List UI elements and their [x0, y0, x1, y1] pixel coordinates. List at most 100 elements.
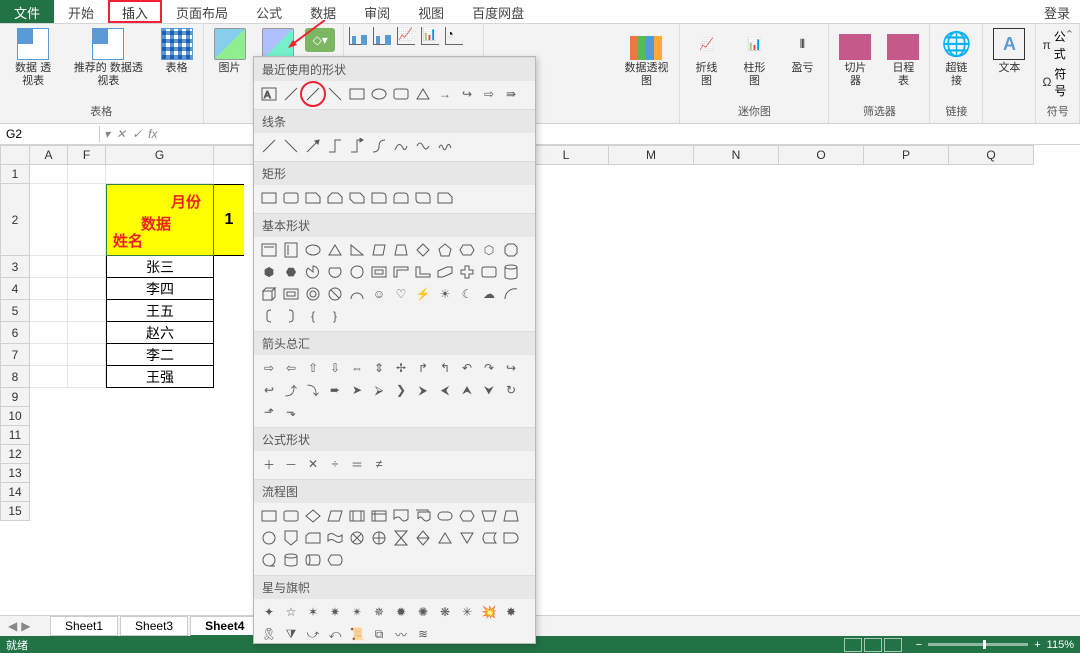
shape-plus[interactable]: ＋	[259, 454, 279, 474]
shape-lightning[interactable]: ⚡	[413, 284, 433, 304]
cell-name-6[interactable]: 王强	[106, 366, 214, 388]
col-O[interactable]: O	[779, 145, 864, 165]
shape-octagon[interactable]	[501, 240, 521, 260]
shape-brace-l[interactable]: {	[303, 306, 323, 326]
shape-arrow-wide[interactable]: ⇛	[501, 84, 521, 104]
shape-line-3[interactable]	[303, 136, 323, 156]
shape-ar-u[interactable]: ⇧	[303, 358, 323, 378]
shape-explosion1[interactable]: 💥	[479, 602, 499, 622]
shape-rect-snip-round[interactable]	[435, 188, 455, 208]
shape-halfframe[interactable]	[391, 262, 411, 282]
select-all-corner[interactable]	[0, 145, 30, 165]
chart-area[interactable]: 📊	[421, 27, 439, 45]
shape-lshape[interactable]	[413, 262, 433, 282]
shape-cloud[interactable]: ☁	[479, 284, 499, 304]
btn-symbol[interactable]: Ω符号	[1042, 65, 1073, 99]
shape-line-1[interactable]	[259, 136, 279, 156]
tab-file[interactable]: 文件	[0, 0, 54, 23]
btn-shapes-dropdown[interactable]: ◇▾	[305, 28, 335, 52]
shape-fc-or[interactable]	[369, 528, 389, 548]
shape-fc-decision[interactable]	[303, 506, 323, 526]
row-4[interactable]: 4	[0, 278, 30, 300]
row-12[interactable]: 12	[0, 445, 30, 464]
shape-bracket-l[interactable]	[259, 306, 279, 326]
shape-fc-process[interactable]	[259, 506, 279, 526]
shape-brace-r[interactable]: }	[325, 306, 345, 326]
shape-bracket-r[interactable]	[281, 306, 301, 326]
shape-can[interactable]	[501, 262, 521, 282]
shape-tri-recent[interactable]	[413, 84, 433, 104]
shape-triangle[interactable]	[325, 240, 345, 260]
shape-explosion2[interactable]: ✸	[501, 602, 521, 622]
col-M[interactable]: M	[609, 145, 694, 165]
shape-fc-merge[interactable]	[457, 528, 477, 548]
shape-fc-multidoc[interactable]	[413, 506, 433, 526]
shape-rect-snip1[interactable]	[303, 188, 323, 208]
shape-fc-manual[interactable]	[479, 506, 499, 526]
shape-star10[interactable]: ✵	[369, 602, 389, 622]
shape-ar-quad[interactable]: ✢	[391, 358, 411, 378]
shape-notequals[interactable]: ≠	[369, 454, 389, 474]
col-A[interactable]: A	[30, 145, 68, 165]
shape-star8[interactable]: ✴	[347, 602, 367, 622]
shape-fc-predefined[interactable]	[347, 506, 367, 526]
sheet-tab-4[interactable]: Sheet4	[190, 616, 259, 637]
shape-moon[interactable]: ☾	[457, 284, 477, 304]
shape-wave[interactable]: 〰	[391, 624, 411, 644]
shape-arrow-block[interactable]: ⇨	[479, 84, 499, 104]
shape-ar-uturn-r[interactable]: ↷	[479, 358, 499, 378]
tab-view[interactable]: 视图	[404, 0, 458, 23]
shape-ar-r[interactable]: ⇨	[259, 358, 279, 378]
btn-recommend-pivot[interactable]: 推荐的 数据透视表	[66, 26, 150, 90]
zoom-in[interactable]: +	[1034, 639, 1040, 651]
shape-rect[interactable]	[259, 188, 279, 208]
shape-ar-callout-r[interactable]: ⮞	[413, 380, 433, 400]
shape-fc-alt[interactable]	[281, 506, 301, 526]
shape-ar-curve-d[interactable]: ⤵	[303, 380, 323, 400]
sheet-tab-1[interactable]: Sheet1	[50, 616, 118, 636]
sheet-nav-prev[interactable]: ◀	[8, 619, 17, 633]
shape-fc-sort[interactable]	[413, 528, 433, 548]
shape-line-highlighted[interactable]	[303, 84, 323, 104]
shape-fc-display[interactable]	[325, 550, 345, 570]
row-9[interactable]: 9	[0, 388, 30, 407]
shape-scroll-v[interactable]: 📜	[347, 624, 367, 644]
shape-chord[interactable]	[325, 262, 345, 282]
shape-blockarrowarc[interactable]	[347, 284, 367, 304]
shape-heart[interactable]: ♡	[391, 284, 411, 304]
row-2[interactable]: 2	[0, 184, 30, 256]
shape-cross[interactable]	[457, 262, 477, 282]
shape-scribble[interactable]	[435, 136, 455, 156]
cell-name-5[interactable]: 李二	[106, 344, 214, 366]
shape-fc-magdisk[interactable]	[281, 550, 301, 570]
sheet-tab-3[interactable]: Sheet3	[120, 616, 188, 636]
shape-smiley[interactable]: ☺	[369, 284, 389, 304]
shape-ar-curve-r[interactable]: ↪	[501, 358, 521, 378]
col-F[interactable]: F	[68, 145, 106, 165]
cell-H2-partial[interactable]: 1	[214, 184, 244, 256]
btn-timeline[interactable]: 日程表	[881, 26, 925, 90]
tab-formula[interactable]: 公式	[242, 0, 296, 23]
shape-star7[interactable]: ✷	[325, 602, 345, 622]
shape-dodecagon[interactable]: ⬣	[281, 262, 301, 282]
shape-star5[interactable]: ☆	[281, 602, 301, 622]
shape-noentry[interactable]	[325, 284, 345, 304]
row-3[interactable]: 3	[0, 256, 30, 278]
zoom-level[interactable]: 115%	[1047, 639, 1074, 651]
shape-ar-lr[interactable]: ⇔	[347, 358, 367, 378]
shape-ar-pentagon[interactable]: ⮚	[369, 380, 389, 400]
tab-layout[interactable]: 页面布局	[162, 0, 242, 23]
shape-rect-snip-diag[interactable]	[347, 188, 367, 208]
zoom-slider[interactable]	[928, 643, 1028, 646]
shape-fc-offpage[interactable]	[281, 528, 301, 548]
shape-fc-connector[interactable]	[259, 528, 279, 548]
shape-connector-3[interactable]	[369, 136, 389, 156]
shape-rect-round-diag[interactable]	[413, 188, 433, 208]
zoom-out[interactable]: −	[916, 639, 922, 651]
shape-rrect-recent[interactable]	[391, 84, 411, 104]
shape-decagon[interactable]: ⬢	[259, 262, 279, 282]
shape-line-2[interactable]	[281, 136, 301, 156]
shape-parallelogram[interactable]	[369, 240, 389, 260]
shape-fc-tape[interactable]	[325, 528, 345, 548]
cell-G2-header[interactable]: 月份 数据 姓名	[106, 184, 214, 256]
